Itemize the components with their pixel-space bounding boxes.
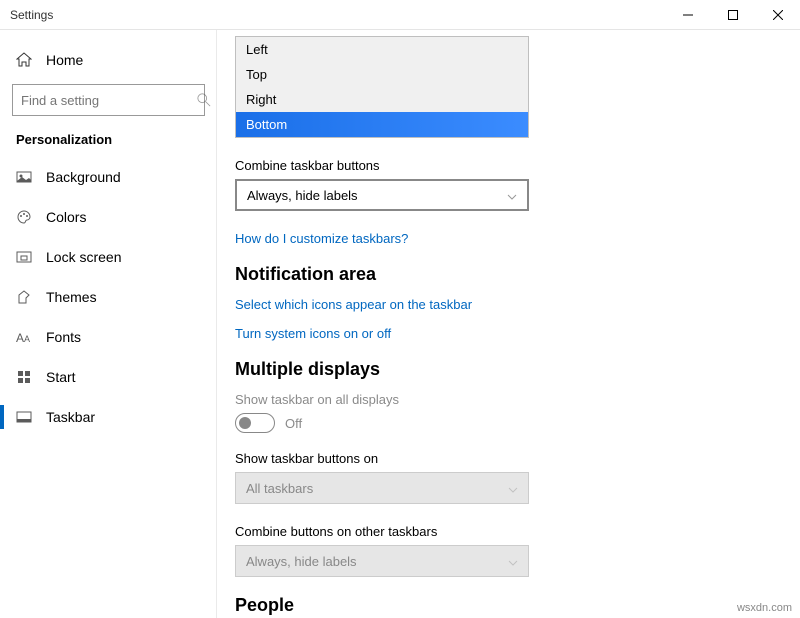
sidebar-item-lockscreen[interactable]: Lock screen — [0, 237, 217, 277]
nav-label: Lock screen — [46, 249, 121, 265]
multi-show-toggle-row: Off — [235, 413, 770, 433]
multi-combine-combobox: Always, hide labels — [235, 545, 529, 577]
multi-show-state: Off — [285, 416, 302, 431]
sidebar-item-fonts[interactable]: AA Fonts — [0, 317, 217, 357]
combine-value: Always, hide labels — [247, 188, 358, 203]
multi-buttons-combobox: All taskbars — [235, 472, 529, 504]
sidebar-item-start[interactable]: Start — [0, 357, 217, 397]
home-icon — [16, 52, 32, 68]
home-button[interactable]: Home — [0, 40, 217, 80]
close-button[interactable] — [755, 0, 800, 30]
people-heading: People — [235, 595, 770, 616]
customize-link[interactable]: How do I customize taskbars? — [235, 231, 770, 246]
dropdown-option-left[interactable]: Left — [236, 37, 528, 62]
dropdown-option-bottom[interactable]: Bottom — [236, 112, 528, 137]
fonts-icon: AA — [16, 329, 32, 345]
sidebar-item-themes[interactable]: Themes — [0, 277, 217, 317]
multi-buttons-label: Show taskbar buttons on — [235, 451, 770, 466]
dropdown-option-top[interactable]: Top — [236, 62, 528, 87]
nav-label: Background — [46, 169, 121, 185]
multiple-displays-heading: Multiple displays — [235, 359, 770, 380]
search-box[interactable] — [12, 84, 205, 116]
search-icon — [197, 93, 211, 107]
system-icons-link[interactable]: Turn system icons on or off — [235, 326, 770, 341]
home-label: Home — [46, 52, 83, 68]
minimize-button[interactable] — [665, 0, 710, 30]
taskbar-icon — [16, 409, 32, 425]
chevron-down-icon — [508, 556, 518, 566]
nav-label: Fonts — [46, 329, 81, 345]
svg-text:A: A — [24, 334, 30, 344]
combine-label: Combine taskbar buttons — [235, 158, 770, 173]
multi-show-label: Show taskbar on all displays — [235, 392, 770, 407]
sidebar-item-background[interactable]: Background — [0, 157, 217, 197]
themes-icon — [16, 289, 32, 305]
picture-icon — [16, 169, 32, 185]
dropdown-option-right[interactable]: Right — [236, 87, 528, 112]
multi-show-toggle — [235, 413, 275, 433]
chevron-down-icon — [507, 190, 517, 200]
multi-buttons-value: All taskbars — [246, 481, 313, 496]
nav-label: Colors — [46, 209, 86, 225]
chevron-down-icon — [508, 483, 518, 493]
nav-label: Taskbar — [46, 409, 95, 425]
titlebar: Settings — [0, 0, 800, 30]
sidebar: Home Personalization Background Colors L… — [0, 30, 217, 618]
combine-combobox[interactable]: Always, hide labels — [235, 179, 529, 211]
notification-heading: Notification area — [235, 264, 770, 285]
nav-label: Themes — [46, 289, 97, 305]
sidebar-item-taskbar[interactable]: Taskbar — [0, 397, 217, 437]
section-label: Personalization — [0, 126, 217, 157]
watermark: wsxdn.com — [737, 602, 792, 614]
main-panel: Left Top Right Bottom Combine taskbar bu… — [217, 30, 800, 618]
select-icons-link[interactable]: Select which icons appear on the taskbar — [235, 297, 770, 312]
taskbar-location-dropdown[interactable]: Left Top Right Bottom — [235, 36, 529, 138]
lockscreen-icon — [16, 249, 32, 265]
nav-label: Start — [46, 369, 76, 385]
multi-combine-label: Combine buttons on other taskbars — [235, 524, 770, 539]
search-input[interactable] — [21, 93, 197, 108]
multi-combine-value: Always, hide labels — [246, 554, 357, 569]
sidebar-item-colors[interactable]: Colors — [0, 197, 217, 237]
window-title: Settings — [0, 8, 665, 22]
maximize-button[interactable] — [710, 0, 755, 30]
svg-text:A: A — [16, 331, 24, 345]
palette-icon — [16, 209, 32, 225]
start-icon — [16, 369, 32, 385]
